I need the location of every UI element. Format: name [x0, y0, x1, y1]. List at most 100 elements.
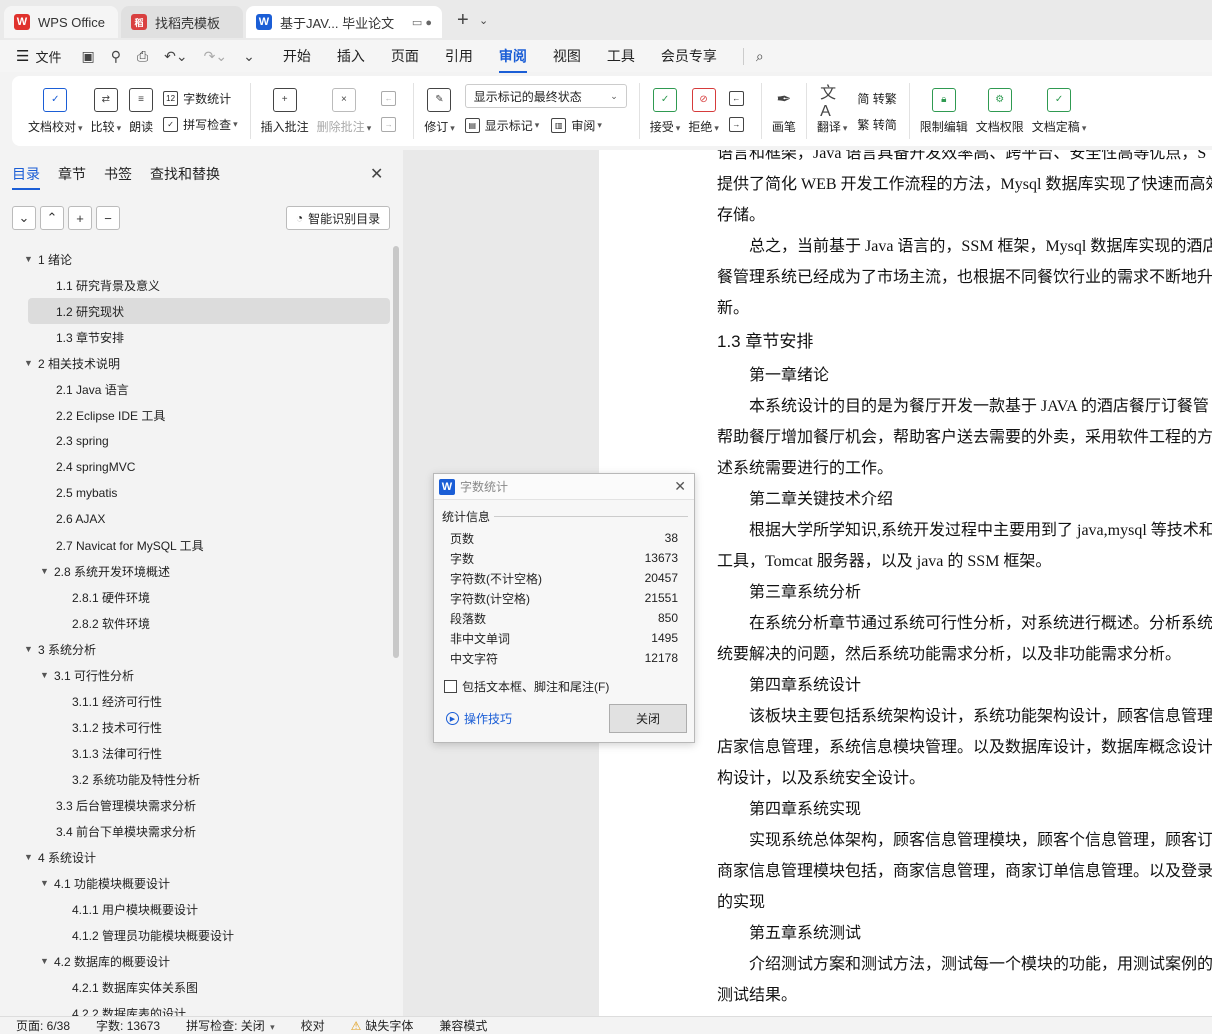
expand-triangle-icon[interactable]: ▼ [24, 358, 38, 368]
expand-triangle-icon[interactable]: ▼ [40, 566, 54, 576]
share-icon[interactable]: ⚲ [111, 48, 121, 65]
toc-item[interactable]: 2.2 Eclipse IDE 工具 [0, 402, 392, 428]
print-preview-icon[interactable]: ⎙ [137, 48, 148, 65]
remove-icon[interactable]: − [96, 206, 120, 230]
to-simplified-button[interactable]: 繁 转简 [857, 111, 896, 137]
expand-triangle-icon[interactable]: ▼ [24, 254, 38, 264]
compare-button[interactable]: ⇄ 比较 ▾ [91, 87, 121, 135]
toc-item[interactable]: 3.1.2 技术可行性 [0, 714, 392, 740]
next-comment-button[interactable]: → [381, 111, 401, 137]
reject-button[interactable]: ⊘ 拒绝 ▾ [688, 87, 719, 135]
toc-item[interactable]: ▼ 1 绪论 [0, 246, 392, 272]
tab-wps-office[interactable]: W WPS Office [4, 6, 118, 38]
toc-item[interactable]: ▼ 3.1 可行性分析 [0, 662, 392, 688]
menu-view[interactable]: 视图 [553, 46, 581, 66]
menu-review[interactable]: 审阅 [498, 46, 527, 73]
missing-font-status[interactable]: ⚠ 缺失字体 [351, 1017, 414, 1034]
review-pane-button[interactable]: ▥ 审阅 ▾ [551, 112, 602, 138]
more-chevron-icon[interactable]: ⌄ [243, 48, 255, 65]
undo-icon[interactable]: ↶⌄ [164, 48, 187, 65]
search-icon[interactable]: ⌕ [742, 47, 764, 65]
toc-item[interactable]: 3.1.1 经济可行性 [0, 688, 392, 714]
spell-check-button[interactable]: ✓ 拼写检查 ▾ [163, 111, 238, 137]
file-menu[interactable]: ☰ 文件 [16, 47, 61, 66]
menu-reference[interactable]: 引用 [445, 46, 473, 66]
menu-start[interactable]: 开始 [283, 46, 311, 66]
toc-item[interactable]: ▼ 4.2 数据库的概要设计 [0, 948, 392, 974]
expand-triangle-icon[interactable]: ▼ [24, 644, 38, 654]
proof-status[interactable]: 校对 [301, 1017, 325, 1034]
word-count-button[interactable]: 12 字数统计 [163, 85, 238, 111]
pen-button[interactable]: ✒ 画笔 [772, 88, 796, 135]
tab-document[interactable]: W 基于JAV... 毕业论文 ▭ ● [246, 6, 442, 38]
toc-item[interactable]: 4.1.2 管理员功能模块概要设计 [0, 922, 392, 948]
toc-item[interactable]: 4.2.1 数据库实体关系图 [0, 974, 392, 1000]
close-icon[interactable]: ✕ [674, 478, 686, 495]
toc-item[interactable]: ▼ 2.8 系统开发环境概述 [0, 558, 392, 584]
checkbox-box[interactable] [444, 680, 457, 693]
menu-page[interactable]: 页面 [391, 46, 419, 66]
toc-item[interactable]: 2.6 AJAX [0, 506, 392, 532]
menu-member[interactable]: 会员专享 [661, 46, 717, 66]
toc-item[interactable]: 2.4 springMVC [0, 454, 392, 480]
expand-triangle-icon[interactable]: ▼ [40, 878, 54, 888]
toc-item[interactable]: ▼ 4 系统设计 [0, 844, 392, 870]
toc-item[interactable]: 3.2 系统功能及特性分析 [0, 766, 392, 792]
expand-triangle-icon[interactable]: ▼ [40, 956, 54, 966]
toc-item[interactable]: ▼ 2 相关技术说明 [0, 350, 392, 376]
tab-chapter[interactable]: 章节 [58, 164, 86, 184]
accept-button[interactable]: ✓ 接受 ▾ [650, 87, 680, 135]
close-button[interactable]: 关闭 [609, 704, 687, 733]
markup-state-select[interactable]: 显示标记的最终状态 ⌄ [464, 84, 627, 108]
previous-revision-button[interactable]: ← [728, 85, 749, 111]
delete-comment-button[interactable]: × 删除批注 ▾ [317, 87, 371, 135]
expand-down-icon[interactable]: ⌄ [12, 206, 36, 230]
to-traditional-button[interactable]: 简 转繁 [857, 85, 896, 111]
doc-permission-button[interactable]: ⚙ 文档权限 [976, 87, 1024, 135]
expand-triangle-icon[interactable]: ▼ [24, 852, 38, 862]
toc-item[interactable]: 3.3 后台管理模块需求分析 [0, 792, 392, 818]
toc-item[interactable]: 2.3 spring [0, 428, 392, 454]
toc-item[interactable]: 2.8.1 硬件环境 [0, 584, 392, 610]
revise-button[interactable]: ✎ 修订 ▾ [424, 87, 455, 135]
menu-tools[interactable]: 工具 [607, 46, 635, 66]
toc-item[interactable]: 1.3 章节安排 [0, 324, 392, 350]
toc-item[interactable]: 3.4 前台下单模块需求分析 [0, 818, 392, 844]
word-count-indicator[interactable]: 字数: 13673 [96, 1017, 160, 1034]
spell-check-status[interactable]: 拼写检查: 关闭 ▾ [186, 1017, 275, 1034]
toc-item[interactable]: 1.2 研究现状 [28, 298, 390, 324]
toc-item[interactable]: 2.7 Navicat for MySQL 工具 [0, 532, 392, 558]
tips-link[interactable]: ▶ 操作技巧 [446, 710, 512, 727]
doc-check-button[interactable]: ✓ 文档校对 ▾ [28, 87, 83, 135]
include-textbox-checkbox[interactable]: 包括文本框、脚注和尾注(F) [444, 678, 609, 695]
toc-scrollbar[interactable] [393, 246, 399, 658]
smart-toc-button[interactable]: ◔ 智能识别目录 [286, 206, 390, 230]
toc-item[interactable]: 1.1 研究背景及意义 [0, 272, 392, 298]
doc-finalize-button[interactable]: ✓ 文档定稿 ▾ [1032, 87, 1086, 135]
save-icon[interactable]: ▣ [81, 48, 94, 65]
read-aloud-button[interactable]: ≡ 朗读 [129, 87, 153, 135]
menu-insert[interactable]: 插入 [337, 46, 365, 66]
toc-item[interactable]: 4.1.1 用户模块概要设计 [0, 896, 392, 922]
collapse-up-icon[interactable]: ⌃ [40, 206, 64, 230]
add-icon[interactable]: + [68, 206, 92, 230]
close-icon[interactable]: ✕ [370, 164, 383, 184]
toc-item[interactable]: 2.8.2 软件环境 [0, 610, 392, 636]
tab-find-replace[interactable]: 查找和替换 [150, 164, 220, 184]
tab-bookmark[interactable]: 书签 [104, 164, 132, 184]
new-tab-icon[interactable]: + [457, 9, 477, 32]
previous-comment-button[interactable]: ← [381, 85, 401, 111]
toc-item[interactable]: 2.1 Java 语言 [0, 376, 392, 402]
tab-template[interactable]: 稻 找稻壳模板 [121, 6, 243, 38]
toc-item[interactable]: 2.5 mybatis [0, 480, 392, 506]
expand-triangle-icon[interactable]: ▼ [40, 670, 54, 680]
tab-toc[interactable]: 目录 [12, 164, 40, 190]
toc-item[interactable]: ▼ 3 系统分析 [0, 636, 392, 662]
toc-item[interactable]: 3.1.3 法律可行性 [0, 740, 392, 766]
chevron-down-icon[interactable]: ⌄ [479, 14, 488, 27]
page-indicator[interactable]: 页面: 6/38 [16, 1017, 70, 1034]
show-marks-button[interactable]: ▤ 显示标记 ▾ [464, 112, 539, 138]
tab-status-icon[interactable]: ▭ ● [412, 16, 432, 29]
translate-button[interactable]: 文A 翻译 ▾ [817, 85, 848, 135]
restrict-edit-button[interactable]: 🔒︎ 限制编辑 [920, 87, 968, 135]
